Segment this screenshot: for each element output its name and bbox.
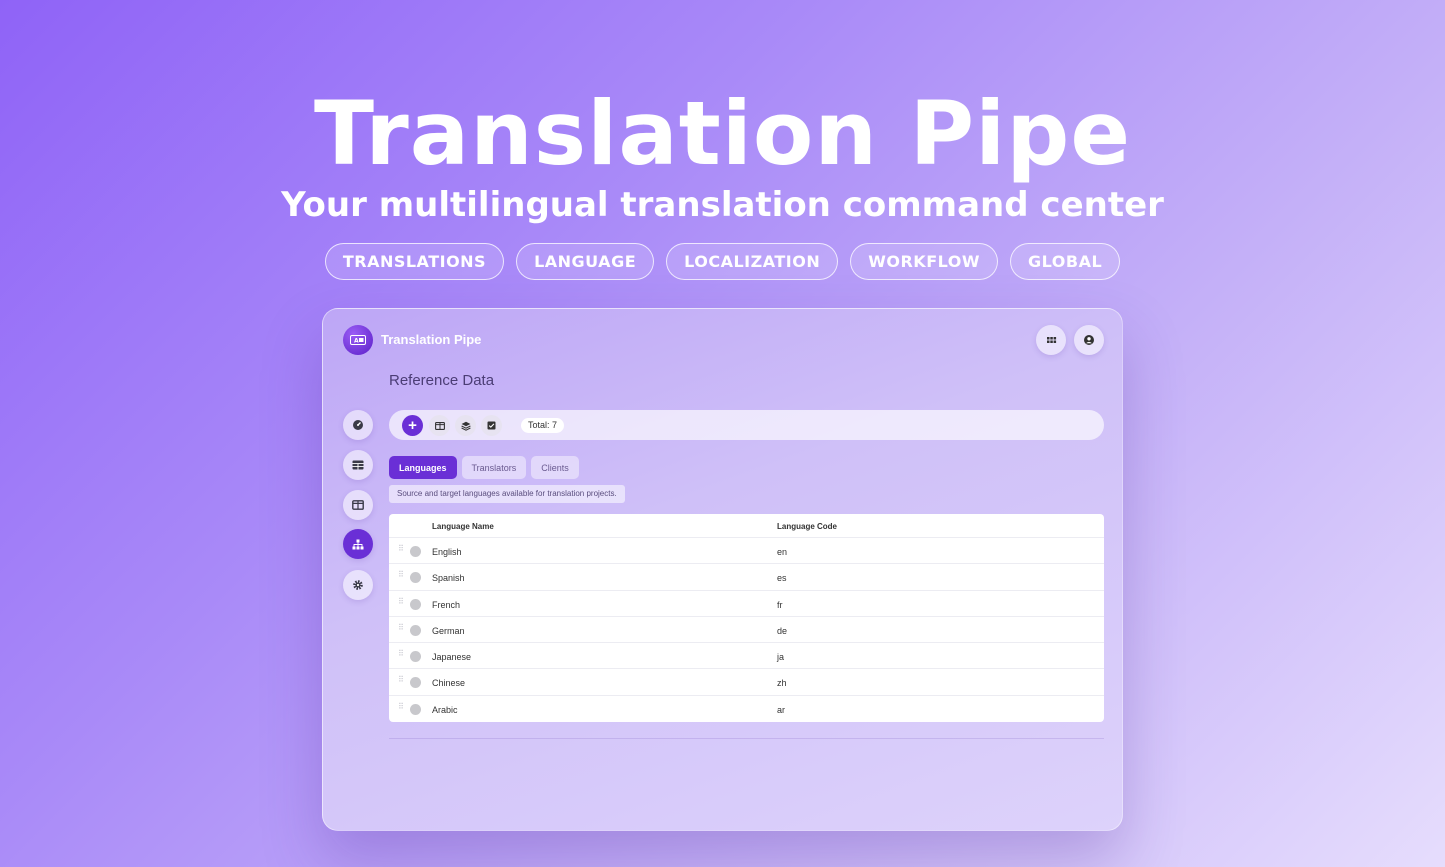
table-row[interactable]: ⠿ Spanish es bbox=[389, 564, 1104, 591]
cell-language-name: English bbox=[432, 547, 462, 557]
cell-language-name: Chinese bbox=[432, 678, 466, 689]
layers-button[interactable] bbox=[455, 415, 476, 436]
tag-localization: LOCALIZATION bbox=[666, 243, 839, 280]
tag-translations: TRANSLATIONS bbox=[324, 243, 505, 280]
total-value: 7 bbox=[552, 420, 558, 430]
user-circle-icon bbox=[1084, 335, 1094, 345]
cell-language-name: Spanish bbox=[432, 573, 465, 584]
cell-language-name: French bbox=[432, 599, 461, 610]
tag-global: GLOBAL bbox=[1010, 243, 1121, 280]
hero-subtitle: Your multilingual translation command ce… bbox=[281, 185, 1164, 225]
add-button[interactable]: + bbox=[402, 415, 423, 436]
table-row[interactable]: ⠿ German de bbox=[389, 617, 1104, 644]
tab-languages[interactable]: Languages bbox=[389, 456, 457, 479]
cell-language-code: ja bbox=[777, 652, 785, 663]
tab-bar: Languages Translators Clients bbox=[389, 456, 579, 479]
app-logo[interactable]: A bbox=[343, 325, 373, 355]
column-header-language-name[interactable]: Language Name bbox=[432, 522, 494, 531]
table-row[interactable]: ⠿ French fr bbox=[389, 591, 1104, 617]
cell-language-code: de bbox=[777, 625, 788, 636]
user-profile-button[interactable] bbox=[1074, 325, 1104, 355]
apps-grid-button[interactable] bbox=[1036, 325, 1066, 355]
table-row[interactable]: ⠿ Chinese zh bbox=[389, 669, 1104, 696]
checkbox-icon bbox=[487, 421, 496, 430]
gear-icon bbox=[353, 580, 363, 590]
grid-icon bbox=[1046, 336, 1056, 343]
hero-tags: TRANSLATIONS LANGUAGE LOCALIZATION WORKF… bbox=[0, 243, 1445, 280]
sidebar-item-settings[interactable] bbox=[343, 570, 373, 600]
columns-icon bbox=[352, 500, 364, 510]
toolbar: + Total: 7 bbox=[389, 410, 1104, 440]
total-label: Total: bbox=[528, 420, 550, 430]
drag-handle-icon[interactable]: ⠿ bbox=[398, 597, 404, 606]
tab-clients[interactable]: Clients bbox=[531, 456, 579, 479]
languages-table: Language Name Language Code ⠿ English en… bbox=[389, 514, 1104, 722]
drag-handle-icon[interactable]: ⠿ bbox=[398, 570, 404, 579]
cell-language-code: zh bbox=[777, 678, 787, 689]
tab-description: Source and target languages available fo… bbox=[389, 485, 625, 503]
select-button[interactable] bbox=[481, 415, 502, 436]
cell-language-code: es bbox=[777, 573, 787, 584]
sidebar-item-columns[interactable] bbox=[343, 490, 373, 520]
cell-language-code: fr bbox=[777, 599, 783, 610]
row-select-radio[interactable] bbox=[410, 703, 421, 715]
drag-handle-icon[interactable]: ⠿ bbox=[398, 623, 404, 632]
cell-language-code: ar bbox=[777, 704, 786, 715]
translate-icon: A bbox=[350, 335, 366, 345]
drag-handle-icon[interactable]: ⠿ bbox=[398, 675, 404, 684]
row-select-radio[interactable] bbox=[410, 624, 421, 636]
content-divider bbox=[389, 738, 1104, 739]
column-view-button[interactable] bbox=[429, 415, 450, 436]
table-row[interactable]: ⠿ Arabic ar bbox=[389, 696, 1104, 722]
drag-handle-icon[interactable]: ⠿ bbox=[398, 649, 404, 658]
tag-language: LANGUAGE bbox=[516, 243, 655, 280]
column-header-language-code[interactable]: Language Code bbox=[777, 522, 837, 531]
cell-language-code: en bbox=[777, 547, 788, 557]
cell-language-name: German bbox=[432, 625, 465, 636]
row-select-radio[interactable] bbox=[410, 677, 421, 689]
hierarchy-icon bbox=[352, 539, 364, 549]
total-count-badge: Total: 7 bbox=[521, 418, 565, 433]
app-window: A Translation Pipe Reference Data + Tota… bbox=[322, 308, 1123, 831]
layers-icon bbox=[460, 421, 471, 431]
app-name: Translation Pipe bbox=[381, 332, 482, 347]
sidebar-item-reference-data[interactable] bbox=[343, 529, 373, 559]
tag-workflow: WORKFLOW bbox=[850, 243, 999, 280]
table-header: Language Name Language Code bbox=[389, 514, 1104, 538]
row-select-radio[interactable] bbox=[410, 651, 421, 663]
drag-handle-icon[interactable]: ⠿ bbox=[398, 702, 404, 711]
row-select-radio[interactable] bbox=[410, 546, 421, 557]
row-select-radio[interactable] bbox=[410, 572, 421, 584]
cell-language-name: Japanese bbox=[432, 652, 472, 663]
dashboard-icon bbox=[353, 420, 363, 430]
table-row[interactable]: ⠿ Japanese ja bbox=[389, 643, 1104, 670]
svg-text:A: A bbox=[354, 338, 359, 345]
tab-translators[interactable]: Translators bbox=[461, 456, 527, 479]
page-title: Reference Data bbox=[389, 372, 495, 389]
row-select-radio[interactable] bbox=[410, 598, 421, 610]
drag-handle-icon[interactable]: ⠿ bbox=[398, 544, 404, 553]
table-row[interactable]: ⠿ English en bbox=[389, 538, 1104, 565]
sidebar-item-dashboard[interactable] bbox=[343, 410, 373, 440]
columns-icon bbox=[434, 421, 445, 430]
sidebar-item-table[interactable] bbox=[343, 450, 373, 480]
cell-language-name: Arabic bbox=[432, 704, 458, 715]
table-icon bbox=[352, 460, 364, 470]
hero-title: Translation Pipe bbox=[313, 82, 1132, 185]
